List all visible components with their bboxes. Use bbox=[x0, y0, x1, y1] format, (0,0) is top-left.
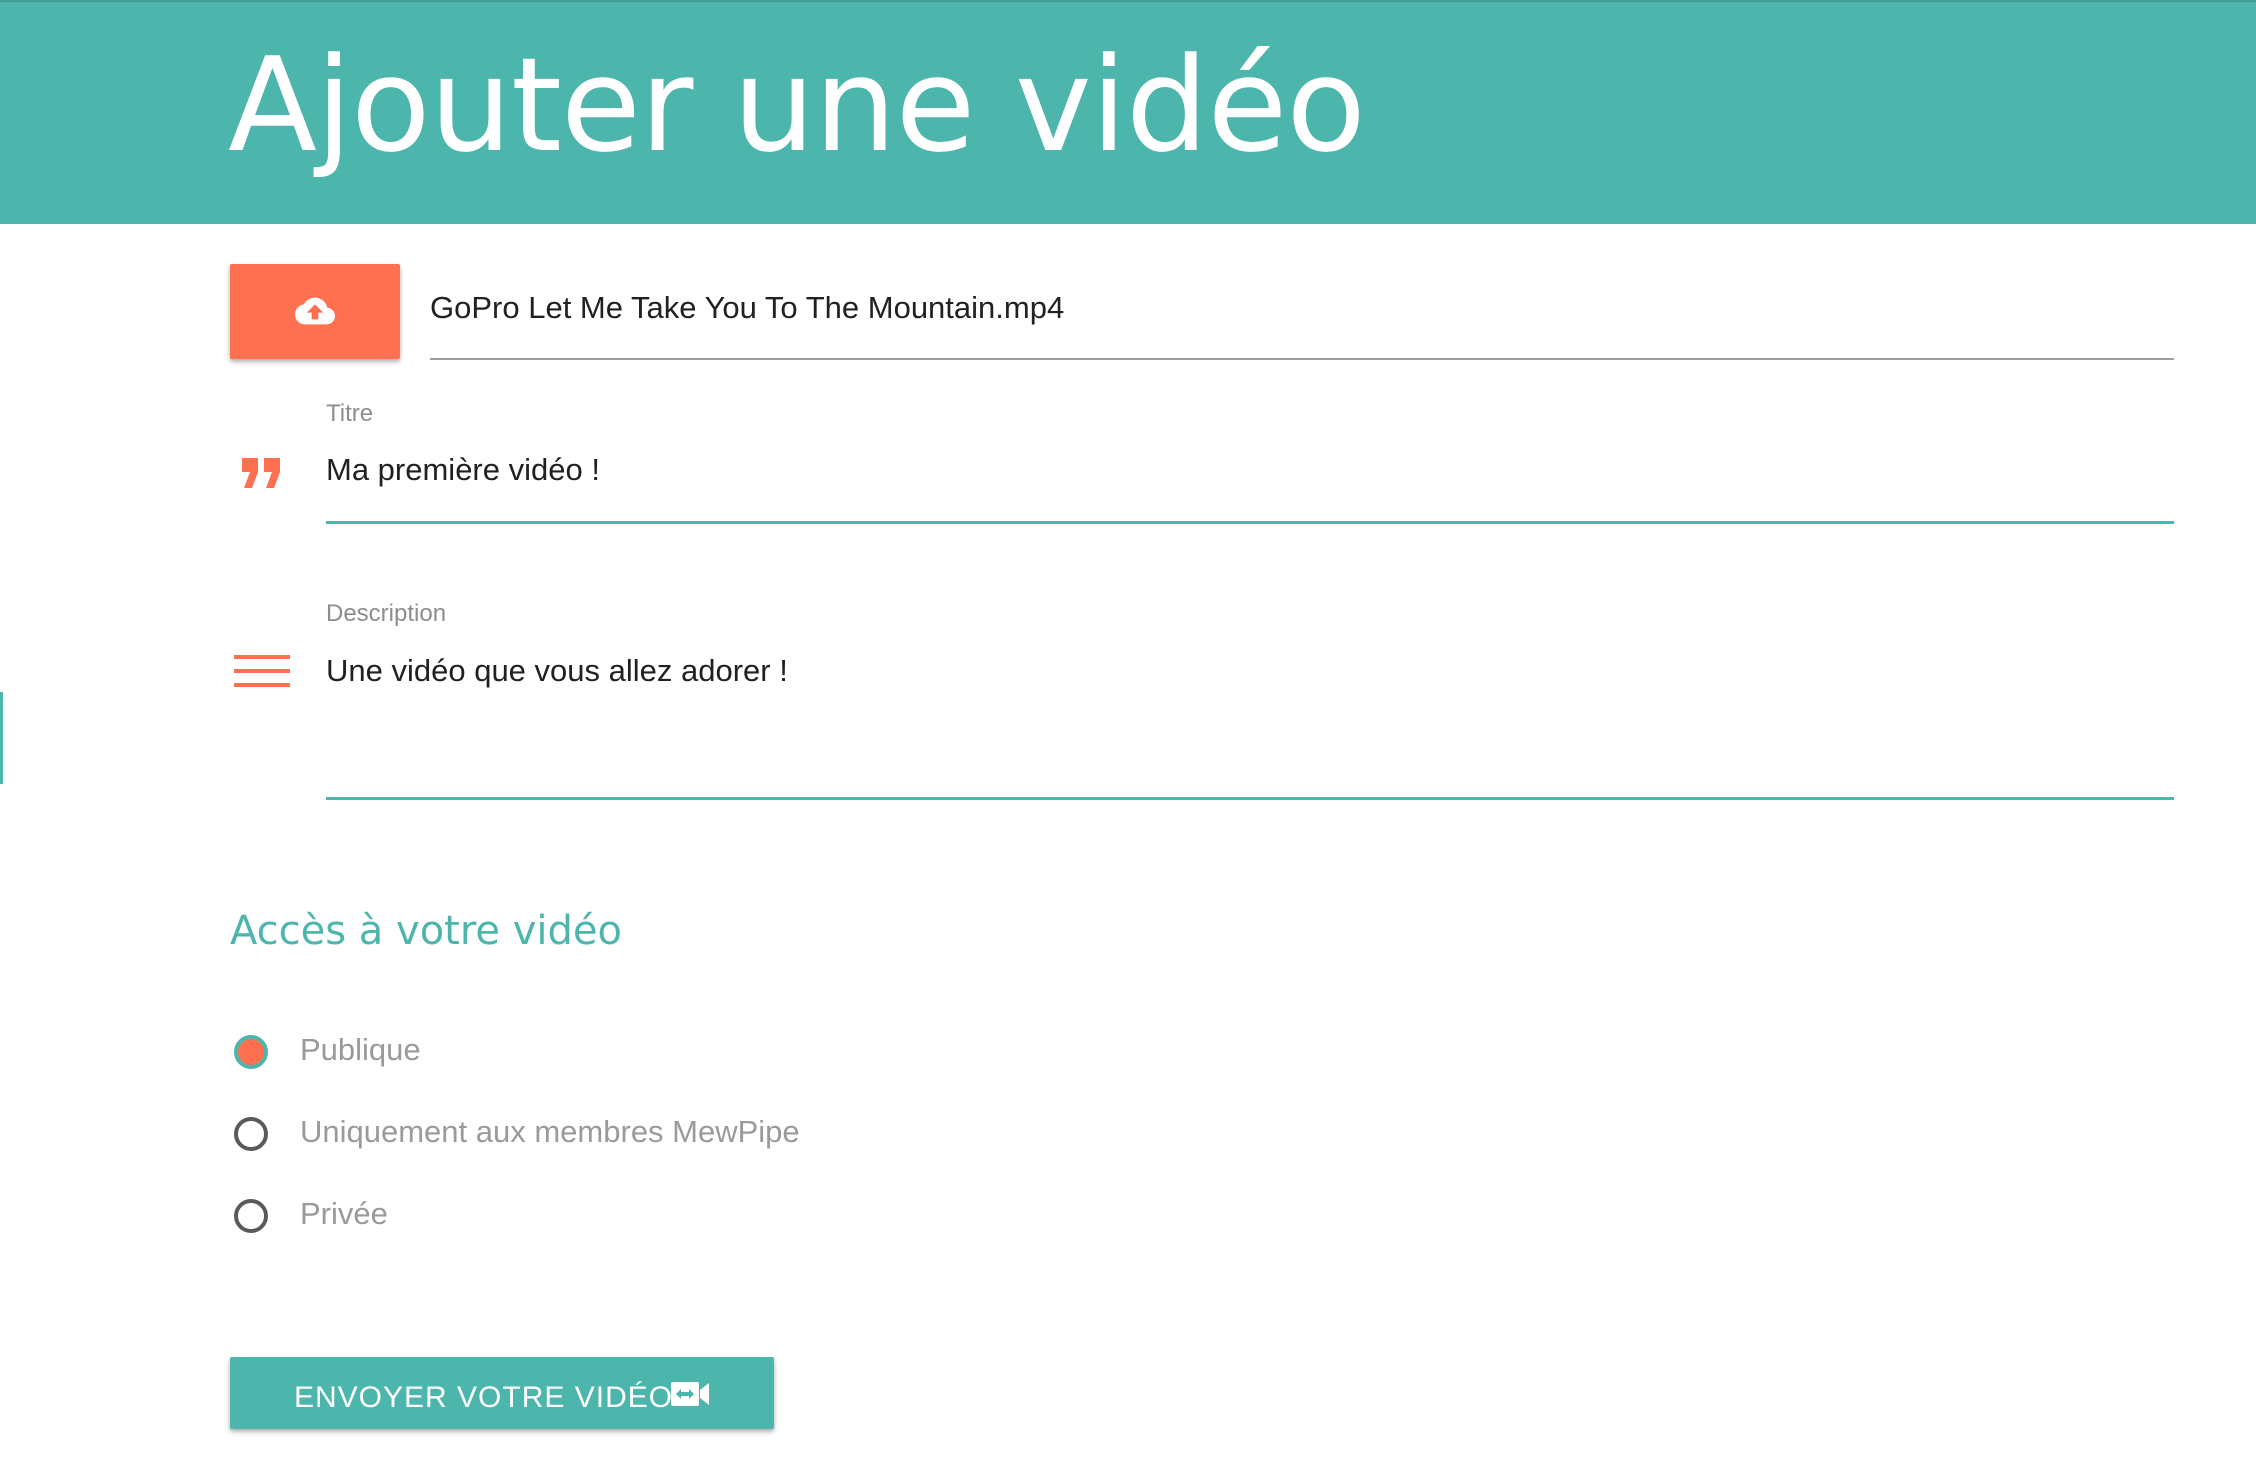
title-value: Ma première vidéo ! bbox=[326, 452, 600, 487]
access-section-title: Accès à votre vidéo bbox=[230, 908, 623, 954]
description-label: Description bbox=[326, 600, 447, 627]
radio-label: Privée bbox=[300, 1196, 388, 1231]
switch-video-icon bbox=[671, 1382, 709, 1406]
radio-label: Uniquement aux membres MewPipe bbox=[300, 1114, 800, 1149]
title-label: Titre bbox=[326, 400, 374, 427]
format-quote-icon bbox=[242, 458, 280, 488]
submit-button-label: ENVOYER VOTRE VIDÉO bbox=[294, 1381, 674, 1414]
radio-button-checked[interactable] bbox=[234, 1035, 268, 1069]
file-path-field[interactable]: GoPro Let Me Take You To The Mountain.mp… bbox=[430, 270, 2174, 360]
page-title: Ajouter une vidéo bbox=[228, 29, 1366, 181]
title-input[interactable]: Ma première vidéo ! bbox=[326, 440, 2174, 524]
radio-button[interactable] bbox=[234, 1199, 268, 1233]
edge-marker bbox=[0, 692, 3, 784]
page-header: Ajouter une vidéo bbox=[0, 0, 2256, 224]
page: Ajouter une vidéo GoPro Let Me Take You … bbox=[0, 0, 2256, 1458]
radio-label: Publique bbox=[300, 1032, 421, 1067]
description-textarea[interactable]: Une vidéo que vous allez adorer ! bbox=[326, 640, 2174, 800]
submit-video-button[interactable]: ENVOYER VOTRE VIDÉO bbox=[230, 1357, 774, 1429]
menu-lines-icon bbox=[234, 655, 290, 687]
description-value: Une vidéo que vous allez adorer ! bbox=[326, 653, 788, 688]
radio-button[interactable] bbox=[234, 1117, 268, 1151]
cloud-upload-icon bbox=[295, 297, 335, 325]
upload-button[interactable] bbox=[230, 264, 400, 359]
file-name: GoPro Let Me Take You To The Mountain.mp… bbox=[430, 290, 1065, 325]
